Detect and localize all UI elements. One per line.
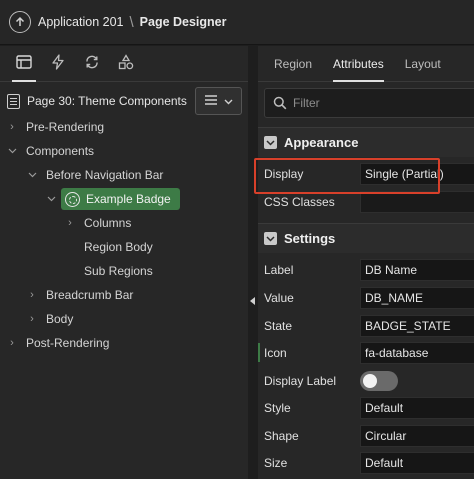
prop-label: Style: [264, 400, 291, 415]
tab-dynamic-actions[interactable]: [41, 46, 75, 82]
style-select[interactable]: Default: [360, 397, 474, 419]
css-classes-field[interactable]: [360, 191, 474, 213]
tree-node-before-navigation-bar[interactable]: Before Navigation Bar: [26, 163, 163, 187]
property-editor: Region Attributes Layout Appearance Disp…: [258, 46, 474, 479]
lightning-icon: [51, 54, 65, 73]
icon-input[interactable]: fa-database: [360, 342, 474, 364]
page-icon: [7, 93, 20, 109]
prop-label: CSS Classes: [264, 194, 335, 209]
tree-node-components[interactable]: Components: [6, 139, 94, 163]
left-tab-bar: [0, 46, 248, 82]
tree-node-breadcrumb-bar[interactable]: › Breadcrumb Bar: [26, 283, 133, 307]
tree-node-sub-regions[interactable]: Sub Regions: [64, 259, 153, 283]
prop-label: Shape: [264, 428, 299, 443]
collapse-left-arrow-icon[interactable]: [250, 297, 255, 305]
tree-node-label: Region Body: [84, 240, 153, 254]
tree-node-label: Example Badge: [86, 192, 171, 206]
prop-label: Size: [264, 455, 288, 470]
prop-style: Style Default: [258, 394, 474, 421]
prop-label: State: [264, 318, 293, 333]
breadcrumb-separator: \: [129, 13, 134, 31]
chevron-down-icon[interactable]: [6, 148, 18, 154]
pane-splitter[interactable]: [248, 46, 258, 479]
prop-size: Size Default: [258, 449, 474, 476]
filter-box[interactable]: [264, 88, 474, 118]
tree-node-label: Breadcrumb Bar: [46, 288, 134, 302]
value-input[interactable]: DB_NAME: [360, 287, 474, 309]
page-node-label: Page 30: Theme Components: [27, 94, 187, 108]
filter-input[interactable]: [293, 96, 443, 110]
label-input[interactable]: DB Name: [360, 259, 474, 281]
prop-label: Value: [264, 290, 294, 305]
breadcrumb-application[interactable]: Application 201: [38, 15, 123, 29]
display-highlight-box: [254, 158, 440, 194]
page-node-row[interactable]: Page 30: Theme Components: [0, 87, 248, 115]
selected-node[interactable]: Example Badge: [61, 188, 180, 210]
state-input[interactable]: BADGE_STATE: [360, 315, 474, 337]
prop-label: Display Label: [264, 373, 337, 388]
tree-node-pre-rendering[interactable]: › Pre-Rendering: [6, 115, 104, 139]
toggle-knob: [363, 374, 377, 388]
property-tab-bar: Region Attributes Layout: [258, 46, 474, 82]
tree-node-label: Sub Regions: [84, 264, 153, 278]
collapse-toggle-icon[interactable]: [264, 136, 277, 149]
chevron-down-icon[interactable]: [45, 196, 57, 202]
chevron-right-icon[interactable]: ›: [26, 313, 38, 325]
tree-node-body[interactable]: › Body: [26, 307, 73, 331]
tree-node-example-badge[interactable]: Example Badge: [45, 187, 180, 211]
tab-shared-components[interactable]: [109, 46, 143, 82]
prop-value: Value DB_NAME: [258, 284, 474, 311]
rendering-pane: Page 30: Theme Components › Pre-Renderin…: [0, 46, 248, 479]
tree-menu-button[interactable]: [195, 87, 242, 115]
chevron-right-icon[interactable]: ›: [6, 337, 18, 349]
tree-node-columns[interactable]: › Columns: [64, 211, 131, 235]
prop-shape: Shape Circular: [258, 422, 474, 449]
tree-node-label: Columns: [84, 216, 132, 230]
tab-rendering[interactable]: [7, 46, 41, 82]
prop-icon: Icon fa-database: [258, 339, 474, 366]
app-header: Application 201 \ Page Designer: [0, 0, 474, 45]
tab-attributes[interactable]: Attributes: [333, 46, 384, 82]
chevron-down-icon: [224, 94, 233, 108]
chevron-down-icon[interactable]: [26, 172, 38, 178]
tab-processing[interactable]: [75, 46, 109, 82]
display-label-toggle[interactable]: [360, 371, 398, 391]
group-settings[interactable]: Settings: [258, 223, 474, 253]
page-title: Page Designer: [139, 15, 227, 29]
tree-node-label: Pre-Rendering: [26, 120, 105, 134]
tab-layout[interactable]: Layout: [405, 46, 441, 82]
shared-components-icon: [118, 54, 134, 73]
prop-label: Icon: [264, 345, 287, 360]
shape-select[interactable]: Circular: [360, 425, 474, 447]
chevron-right-icon[interactable]: ›: [6, 121, 18, 133]
group-appearance[interactable]: Appearance: [258, 127, 474, 157]
size-select[interactable]: Default: [360, 452, 474, 474]
chevron-right-icon[interactable]: ›: [64, 217, 76, 229]
collapse-toggle-icon[interactable]: [264, 232, 277, 245]
refresh-cycle-icon: [84, 55, 100, 72]
arrow-up-circle-icon[interactable]: [9, 11, 31, 33]
group-title: Settings: [284, 231, 336, 246]
group-title: Appearance: [284, 135, 359, 150]
rendering-tree-icon: [16, 55, 32, 72]
tree-node-region-body[interactable]: Region Body: [64, 235, 153, 259]
tree-node-label: Body: [46, 312, 74, 326]
prop-label: Label: [264, 262, 294, 277]
prop-label-field: Label DB Name: [258, 256, 474, 283]
modified-marker: [258, 343, 260, 362]
tab-region[interactable]: Region: [274, 46, 312, 82]
tree-node-label: Components: [26, 144, 95, 158]
search-icon: [273, 96, 287, 110]
tree-node-label: Post-Rendering: [26, 336, 110, 350]
chevron-right-icon[interactable]: ›: [26, 289, 38, 301]
tree-node-label: Before Navigation Bar: [46, 168, 164, 182]
hamburger-icon: [204, 94, 218, 108]
prop-state: State BADGE_STATE: [258, 312, 474, 339]
badge-component-icon: [65, 191, 80, 207]
tree-node-post-rendering[interactable]: › Post-Rendering: [6, 331, 109, 355]
prop-display-label: Display Label: [258, 367, 474, 394]
